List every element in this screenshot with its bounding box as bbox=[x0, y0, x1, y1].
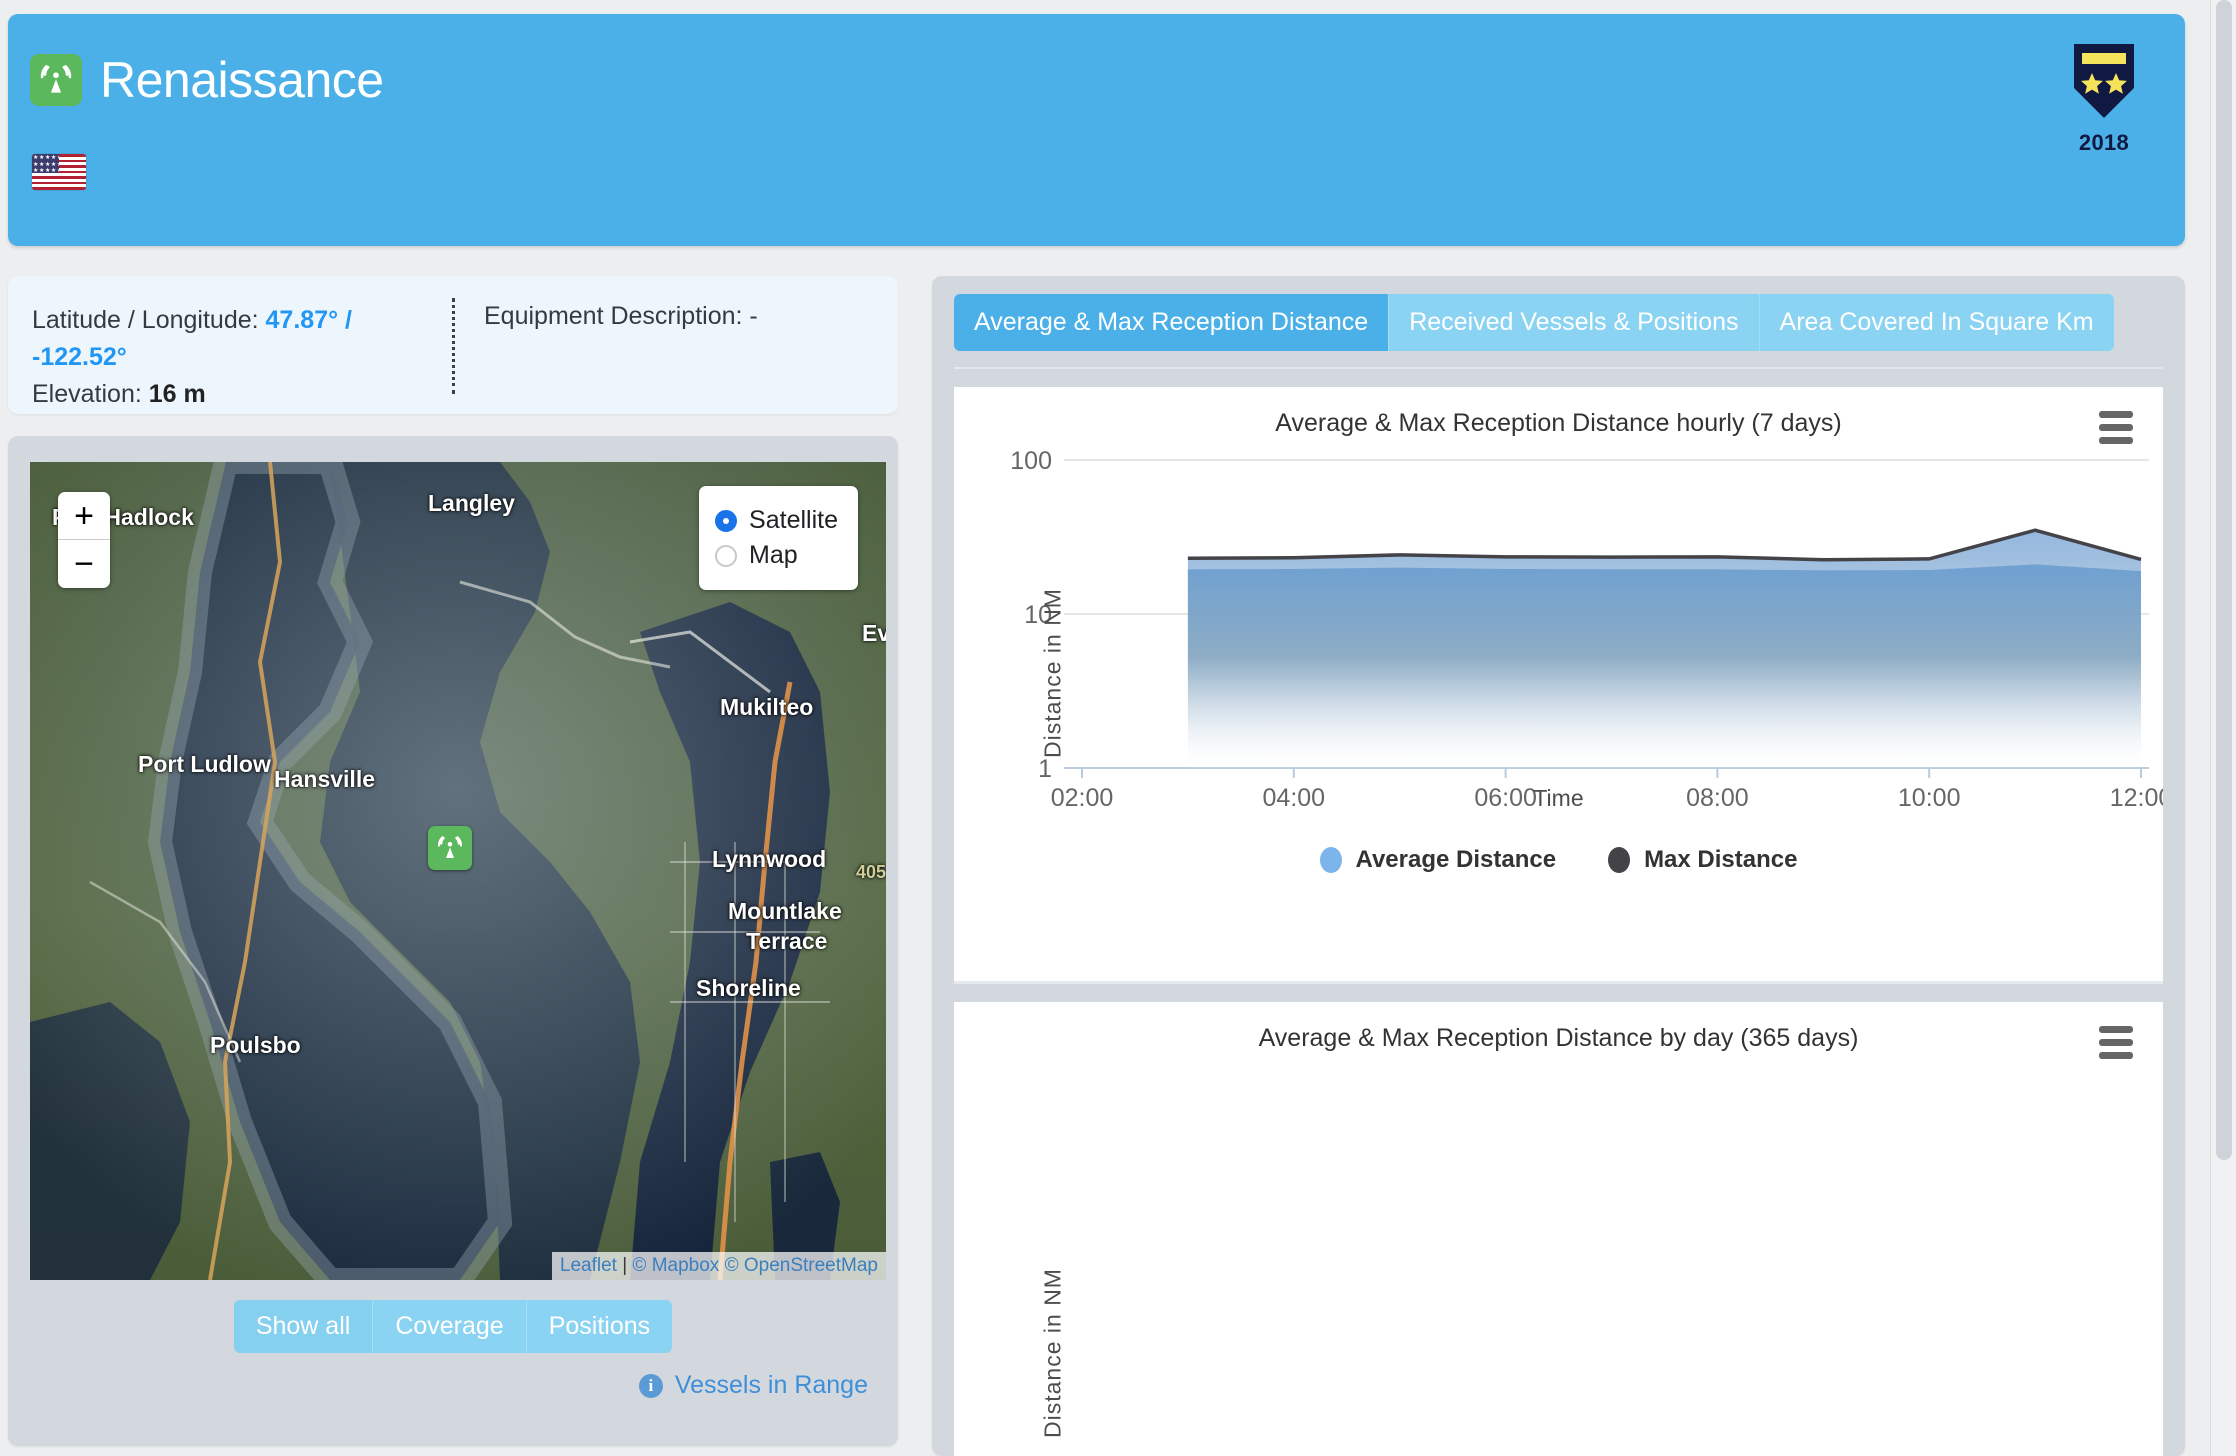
chart-plot-hourly: Distance in NM 1 10 100 02:00 04:00 06:0… bbox=[954, 438, 2172, 908]
layer-option-map[interactable]: Map bbox=[715, 541, 838, 570]
antenna-marker-icon[interactable] bbox=[428, 826, 472, 870]
map-attribution: Leaflet | © Mapbox © OpenStreetMap bbox=[551, 1252, 886, 1280]
shield-badge-icon bbox=[2074, 44, 2134, 118]
layer-label-satellite: Satellite bbox=[749, 506, 838, 534]
equipment-value: - bbox=[749, 302, 758, 330]
vessels-in-range-link[interactable]: Vessels in Range bbox=[675, 1371, 868, 1400]
equipment-label: Equipment Description: bbox=[484, 302, 743, 330]
mapbox-link[interactable]: © Mapbox bbox=[632, 1255, 719, 1276]
vessels-in-range-row[interactable]: i Vessels in Range bbox=[30, 1371, 876, 1400]
us-flag-icon: ★★★★★★★★★★★★★★★ bbox=[32, 154, 86, 190]
header-title-row: Renaissance bbox=[30, 54, 384, 106]
y-axis-label-daily: Distance in NM bbox=[1039, 1268, 1066, 1438]
achievement-badge: 2018 bbox=[2049, 42, 2159, 156]
legend-label-max: Max Distance bbox=[1644, 846, 1798, 873]
page-root: Renaissance ★★★★★★★★★★★★★★★ 2018 Latitud… bbox=[0, 0, 2236, 1456]
map-filter-button-group: Show all Coverage Positions bbox=[233, 1300, 673, 1353]
page-title: Renaissance bbox=[100, 52, 384, 108]
chart-tabs: Average & Max Reception Distance Receive… bbox=[954, 294, 2163, 351]
legend-dot-max-icon bbox=[1608, 847, 1631, 873]
legend-label-average: Average Distance bbox=[1355, 846, 1557, 873]
x-axis-label-hourly: Time bbox=[1533, 785, 1584, 811]
tab-average-max-reception-distance[interactable]: Average & Max Reception Distance bbox=[954, 294, 1390, 351]
latlon-separator: / bbox=[345, 306, 352, 334]
left-column: Latitude / Longitude: 47.87° / -122.52° … bbox=[8, 276, 898, 1446]
station-coordinates: Latitude / Longitude: 47.87° / -122.52° … bbox=[32, 302, 432, 413]
map-button-row: Show all Coverage Positions bbox=[30, 1300, 876, 1353]
chart-card-daily: Average & Max Reception Distance by day … bbox=[954, 1002, 2163, 1456]
chart-title-daily: Average & Max Reception Distance by day … bbox=[1258, 1024, 1859, 1052]
positions-button[interactable]: Positions bbox=[526, 1300, 673, 1353]
info-icon: i bbox=[638, 1373, 663, 1398]
radio-map-icon[interactable] bbox=[715, 544, 738, 567]
map-layer-control[interactable]: Satellite Map bbox=[699, 486, 858, 590]
zoom-out-button[interactable]: − bbox=[58, 540, 110, 588]
tabs-divider bbox=[954, 367, 2163, 369]
info-divider bbox=[452, 298, 455, 394]
radio-satellite-icon[interactable] bbox=[715, 509, 738, 532]
legend-item-max-distance[interactable]: Max Distance bbox=[1608, 846, 1797, 874]
zoom-in-button[interactable]: + bbox=[58, 492, 110, 540]
y-axis-label-hourly: Distance in NM bbox=[1039, 588, 1066, 758]
chart-cards-divider bbox=[954, 981, 2163, 984]
layer-option-satellite[interactable]: Satellite bbox=[715, 506, 838, 535]
charts-panel: Average & Max Reception Distance Receive… bbox=[932, 276, 2185, 1456]
antenna-icon bbox=[30, 54, 82, 106]
badge-year: 2018 bbox=[2078, 130, 2130, 155]
elevation-value: 16 m bbox=[148, 380, 206, 408]
leaflet-map[interactable]: + − Satellite Map Port Hadlock Langley E… bbox=[30, 462, 886, 1280]
svg-text:1: 1 bbox=[1038, 755, 1052, 783]
leaflet-link[interactable]: Leaflet bbox=[560, 1255, 617, 1276]
layer-label-map: Map bbox=[749, 541, 798, 569]
page-scrollbar[interactable] bbox=[2210, 0, 2236, 1456]
station-info-card: Latitude / Longitude: 47.87° / -122.52° … bbox=[8, 276, 898, 414]
osm-link[interactable]: © OpenStreetMap bbox=[725, 1255, 878, 1276]
legend-item-average-distance[interactable]: Average Distance bbox=[1319, 846, 1557, 874]
chart-legend-hourly: Average Distance Max Distance bbox=[954, 846, 2163, 874]
latitude-value: 47.87° bbox=[265, 306, 339, 334]
chart-title-hourly: Average & Max Reception Distance hourly … bbox=[1275, 409, 1842, 437]
station-header: Renaissance ★★★★★★★★★★★★★★★ 2018 bbox=[8, 14, 2185, 246]
latlon-label: Latitude / Longitude: bbox=[32, 306, 259, 334]
tab-received-vessels-positions[interactable]: Received Vessels & Positions bbox=[1389, 294, 1760, 351]
svg-text:100: 100 bbox=[1010, 447, 1052, 475]
page-scrollbar-thumb[interactable] bbox=[2216, 0, 2232, 1160]
longitude-value: -122.52° bbox=[32, 343, 127, 371]
coverage-button[interactable]: Coverage bbox=[373, 1300, 527, 1353]
chart-svg-hourly: 110100 02:0004:0006:0008:0010:0012:00 bbox=[1010, 447, 2172, 812]
elevation-label: Elevation: bbox=[32, 380, 142, 408]
map-card: + − Satellite Map Port Hadlock Langley E… bbox=[8, 436, 898, 1446]
tab-area-covered-square-km[interactable]: Area Covered In Square Km bbox=[1759, 294, 2114, 351]
chart-plot-daily: Distance in NM bbox=[954, 1053, 2163, 1453]
legend-dot-average-icon bbox=[1319, 847, 1342, 873]
show-all-button[interactable]: Show all bbox=[233, 1300, 374, 1353]
equipment-info: Equipment Description: - bbox=[484, 302, 758, 331]
chart-card-hourly: Average & Max Reception Distance hourly … bbox=[954, 387, 2172, 981]
map-zoom-control[interactable]: + − bbox=[58, 492, 110, 588]
attr-pipe: | bbox=[622, 1255, 628, 1276]
